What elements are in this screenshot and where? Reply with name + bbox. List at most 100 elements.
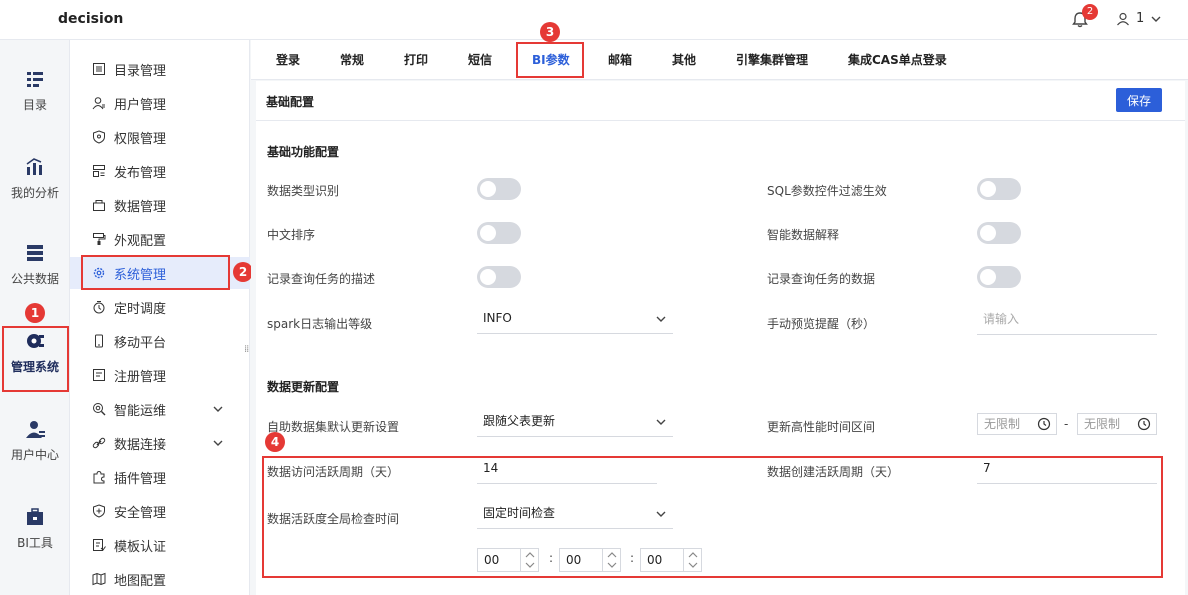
step-marker-1: 1 [25, 303, 45, 323]
toggle-record-data[interactable] [977, 266, 1021, 288]
toggle-record-desc[interactable] [477, 266, 521, 288]
map-icon [92, 572, 106, 586]
directory-icon [27, 72, 43, 87]
input-preview-remind[interactable]: 请输入 [977, 307, 1157, 335]
select-spark-level[interactable]: INFO [477, 306, 673, 334]
submenu-item-connections[interactable]: 数据连接 [70, 428, 250, 458]
rail-label: 我的分析 [10, 186, 59, 200]
time-range-start[interactable]: 无限制 [977, 413, 1057, 435]
tab-bar: 登录 常规 打印 短信 BI参数 邮箱 其他 引擎集群管理 集成CAS单点登录 [251, 40, 1188, 80]
label-smart-explain: 智能数据解释 [767, 228, 840, 242]
time-range-end[interactable]: 无限制 [1077, 413, 1157, 435]
rail-item-my-analysis[interactable]: 我的分析 [0, 142, 70, 216]
label-record-desc: 记录查询任务的描述 [267, 272, 376, 286]
submenu-item-data[interactable]: 数据管理 [70, 190, 250, 220]
highlight-box-3 [516, 42, 584, 78]
rail-label: 用户中心 [10, 448, 59, 462]
toggle-data-type[interactable] [477, 178, 521, 200]
rail-item-bi-tools[interactable]: BI工具 [0, 492, 70, 566]
tab-other[interactable]: 其他 [672, 40, 696, 80]
template-icon [93, 539, 106, 551]
chevron-down-icon [1151, 16, 1161, 22]
submenu-item-permissions[interactable]: 权限管理 [70, 122, 250, 152]
section-basic: 基础功能配置 [267, 145, 340, 159]
brush-icon [93, 233, 106, 245]
list-icon [93, 63, 105, 75]
register-icon [93, 369, 105, 381]
panel-header: 基础配置 保存 [256, 81, 1185, 121]
tab-print[interactable]: 打印 [404, 40, 428, 80]
security-icon [93, 504, 105, 518]
app-logo: decision [58, 11, 124, 27]
submenu-item-publish[interactable]: 发布管理 [70, 156, 250, 186]
highlight-box-1 [2, 326, 69, 392]
chevron-down-icon [656, 316, 666, 322]
section-update: 数据更新配置 [267, 380, 340, 394]
chevron-down-icon[interactable] [212, 403, 224, 415]
submenu-item-plugins[interactable]: 插件管理 [70, 462, 250, 492]
user-icon [92, 97, 105, 110]
shield-icon [93, 130, 105, 144]
submenu-item-users[interactable]: 用户管理 [70, 88, 250, 118]
top-bar: decision 2 1 [0, 0, 1188, 40]
tab-email[interactable]: 邮箱 [608, 40, 632, 80]
toggle-cn-sort[interactable] [477, 222, 521, 244]
ops-icon [93, 403, 106, 416]
label-cn-sort: 中文排序 [267, 228, 316, 242]
bi-tools-icon [27, 508, 43, 525]
highlight-box-2 [81, 255, 230, 290]
user-menu[interactable]: 1 [1116, 11, 1162, 26]
publish-icon [93, 165, 105, 177]
mobile-icon [95, 334, 103, 348]
submenu-item-map[interactable]: 地图配置 [70, 564, 250, 594]
submenu-item-schedule[interactable]: 定时调度 [70, 292, 250, 322]
rail-item-user-center[interactable]: 用户中心 [0, 404, 70, 478]
tab-sms[interactable]: 短信 [468, 40, 492, 80]
user-icon [1117, 12, 1129, 25]
user-name: 1 [1136, 11, 1145, 26]
submenu-item-template-auth[interactable]: 模板认证 [70, 530, 250, 560]
rail-label: 目录 [22, 98, 47, 112]
panel-title: 基础配置 [266, 95, 315, 109]
toggle-smart-explain[interactable] [977, 222, 1021, 244]
public-data-icon [27, 245, 43, 261]
step-marker-3: 3 [540, 22, 560, 42]
rail-label: BI工具 [17, 536, 53, 550]
submenu-item-mobile[interactable]: 移动平台 [70, 326, 250, 356]
toggle-sql-filter[interactable] [977, 178, 1021, 200]
rail-item-directory[interactable]: 目录 [0, 54, 70, 128]
rail-label: 公共数据 [10, 272, 59, 286]
step-marker-4: 4 [265, 432, 285, 452]
clock-icon [1037, 417, 1051, 431]
tab-cas-sso[interactable]: 集成CAS单点登录 [848, 40, 947, 80]
plugin-icon [93, 470, 105, 484]
label-preview-remind: 手动预览提醒（秒） [767, 317, 876, 331]
chevron-down-icon[interactable] [212, 437, 224, 449]
submenu-item-appearance[interactable]: 外观配置 [70, 224, 250, 254]
submenu-item-security[interactable]: 安全管理 [70, 496, 250, 526]
label-record-data: 记录查询任务的数据 [767, 272, 876, 286]
data-icon [93, 200, 105, 211]
user-center-icon [26, 421, 45, 438]
clock-icon [1137, 417, 1151, 431]
resize-handle[interactable]: ⁞⁞ [244, 345, 249, 355]
timer-icon [93, 301, 105, 314]
tab-engine-cluster[interactable]: 引擎集群管理 [736, 40, 808, 80]
label-data-type: 数据类型识别 [267, 184, 340, 198]
save-button[interactable]: 保存 [1116, 88, 1162, 112]
tab-general[interactable]: 常规 [340, 40, 364, 80]
range-separator: - [1064, 417, 1069, 431]
label-self-update: 自助数据集默认更新设置 [267, 420, 400, 434]
highlight-box-4 [262, 456, 1163, 578]
link-icon [92, 437, 106, 449]
label-spark-level: spark日志输出等级 [267, 317, 373, 331]
submenu-item-register[interactable]: 注册管理 [70, 360, 250, 390]
submenu-item-directory[interactable]: 目录管理 [70, 54, 250, 84]
rail-item-public-data[interactable]: 公共数据 [0, 228, 70, 302]
select-self-update[interactable]: 跟随父表更新 [477, 409, 673, 437]
step-marker-2: 2 [233, 262, 253, 282]
analysis-icon [26, 158, 42, 175]
label-hp-range: 更新高性能时间区间 [767, 420, 876, 434]
submenu-item-ops[interactable]: 智能运维 [70, 394, 250, 424]
tab-login[interactable]: 登录 [276, 40, 300, 80]
